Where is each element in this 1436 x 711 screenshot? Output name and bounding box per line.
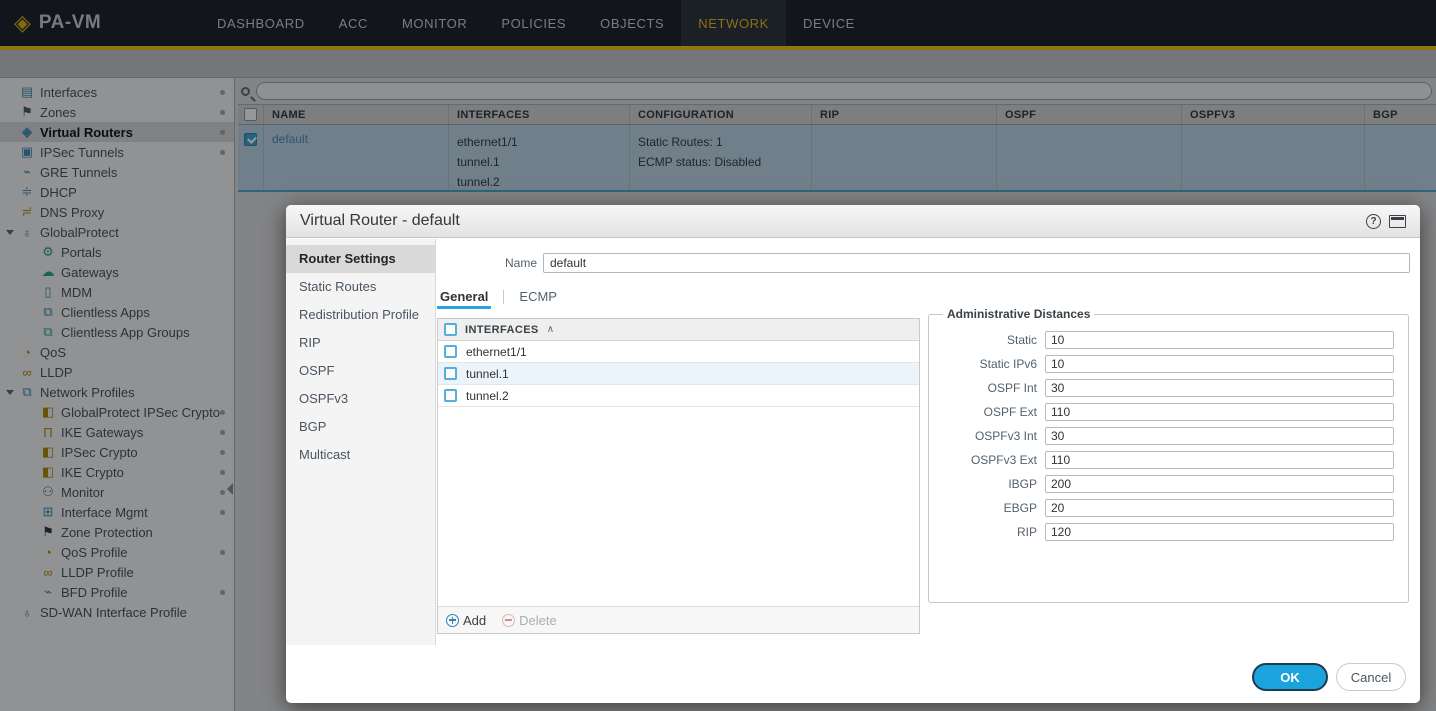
admin-distance-row: OSPFv3 Int: [937, 427, 1400, 445]
maximize-icon[interactable]: [1389, 215, 1406, 228]
admin-label-rip: RIP: [937, 525, 1037, 539]
dialog-nav-multicast[interactable]: Multicast: [286, 441, 435, 469]
select-all-interfaces-checkbox[interactable]: [444, 323, 457, 336]
tab-general[interactable]: General: [437, 285, 491, 309]
admin-input-ospf-ext[interactable]: [1045, 403, 1394, 421]
admin-input-rip[interactable]: [1045, 523, 1394, 541]
ok-button[interactable]: OK: [1252, 663, 1328, 691]
dialog-nav: Router SettingsStatic RoutesRedistributi…: [286, 239, 436, 645]
dialog-nav-redistribution-profile[interactable]: Redistribution Profile: [286, 301, 435, 329]
interfaces-table-header: INTERFACES ∧: [438, 319, 919, 341]
help-icon[interactable]: ?: [1366, 214, 1381, 229]
minus-circle-icon: [502, 614, 515, 627]
dialog-buttons: OK Cancel: [1252, 663, 1406, 691]
admin-input-ospfv3-int[interactable]: [1045, 427, 1394, 445]
administrative-distances-legend: Administrative Distances: [943, 307, 1094, 321]
admin-distance-row: OSPF Int: [937, 379, 1400, 397]
admin-input-ospf-int[interactable]: [1045, 379, 1394, 397]
admin-label-ospfv3-int: OSPFv3 Int: [937, 429, 1037, 443]
delete-interface-button[interactable]: Delete: [502, 613, 557, 628]
admin-distance-row: Static: [937, 331, 1400, 349]
dialog-nav-static-routes[interactable]: Static Routes: [286, 273, 435, 301]
name-field-row: Name: [437, 253, 1410, 273]
admin-distance-row: OSPFv3 Ext: [937, 451, 1400, 469]
delete-label: Delete: [519, 613, 557, 628]
admin-input-ibgp[interactable]: [1045, 475, 1394, 493]
dialog-body: Name General ECMP INTERFACES ∧ ethernet1…: [437, 239, 1420, 703]
interface-row-ethernet1-1[interactable]: ethernet1/1: [438, 341, 919, 363]
admin-distance-row: Static IPv6: [937, 355, 1400, 373]
interface-row-tunnel-2[interactable]: tunnel.2: [438, 385, 919, 407]
admin-label-ospfv3-ext: OSPFv3 Ext: [937, 453, 1037, 467]
interfaces-table-footer: Add Delete: [438, 606, 919, 633]
administrative-distances-panel: Administrative Distances Static Static IP…: [928, 307, 1409, 603]
interface-name: tunnel.2: [466, 389, 509, 403]
admin-input-static[interactable]: [1045, 331, 1394, 349]
interface-checkbox[interactable]: [444, 345, 457, 358]
admin-label-ospf-int: OSPF Int: [937, 381, 1037, 395]
add-label: Add: [463, 613, 486, 628]
admin-label-static: Static: [937, 333, 1037, 347]
interface-row-tunnel-1[interactable]: tunnel.1: [438, 363, 919, 385]
add-interface-button[interactable]: Add: [446, 613, 486, 628]
admin-label-ospf-ext: OSPF Ext: [937, 405, 1037, 419]
admin-distance-row: EBGP: [937, 499, 1400, 517]
name-label: Name: [437, 256, 537, 270]
admin-label-static-ipv6: Static IPv6: [937, 357, 1037, 371]
admin-input-ebgp[interactable]: [1045, 499, 1394, 517]
admin-label-ibgp: IBGP: [937, 477, 1037, 491]
dialog-nav-bgp[interactable]: BGP: [286, 413, 435, 441]
virtual-router-name-input[interactable]: [543, 253, 1410, 273]
dialog-nav-router-settings[interactable]: Router Settings: [286, 245, 435, 273]
admin-distance-row: OSPF Ext: [937, 403, 1400, 421]
interface-name: tunnel.1: [466, 367, 509, 381]
admin-input-ospfv3-ext[interactable]: [1045, 451, 1394, 469]
admin-label-ebgp: EBGP: [937, 501, 1037, 515]
cancel-button[interactable]: Cancel: [1336, 663, 1406, 691]
dialog-nav-ospf[interactable]: OSPF: [286, 357, 435, 385]
interface-name: ethernet1/1: [466, 345, 527, 359]
plus-circle-icon: [446, 614, 459, 627]
dialog-title: Virtual Router - default: [300, 212, 460, 230]
interfaces-column-header[interactable]: INTERFACES: [465, 324, 539, 336]
admin-input-static-ipv6[interactable]: [1045, 355, 1394, 373]
tab-divider: [503, 290, 504, 304]
sort-ascending-icon[interactable]: ∧: [547, 324, 554, 335]
dialog-nav-rip[interactable]: RIP: [286, 329, 435, 357]
tab-ecmp[interactable]: ECMP: [516, 285, 560, 309]
interface-checkbox[interactable]: [444, 367, 457, 380]
dialog-tabs: General ECMP: [437, 285, 560, 309]
admin-distance-row: RIP: [937, 523, 1400, 541]
interface-checkbox[interactable]: [444, 389, 457, 402]
dialog-title-bar: Virtual Router - default ?: [286, 205, 1420, 238]
virtual-router-dialog: Virtual Router - default ? Router Settin…: [286, 205, 1420, 703]
admin-distance-row: IBGP: [937, 475, 1400, 493]
dialog-nav-ospfv3[interactable]: OSPFv3: [286, 385, 435, 413]
interfaces-table: INTERFACES ∧ ethernet1/1 tunnel.1 tunnel.2…: [437, 318, 920, 634]
